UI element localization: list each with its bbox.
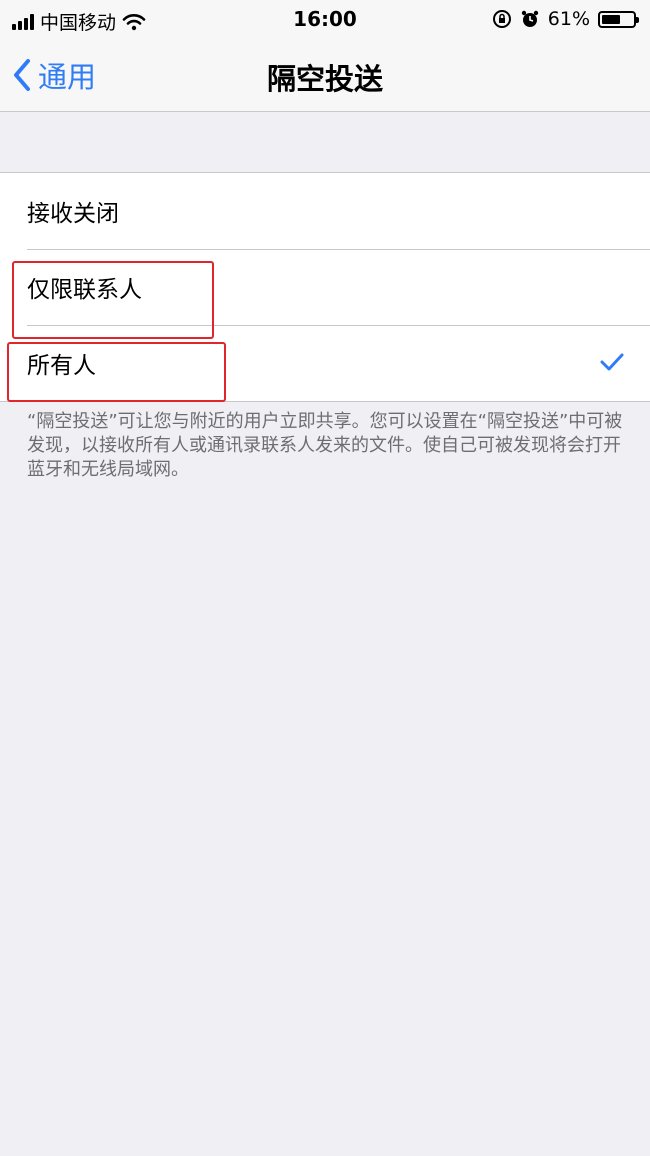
battery-level-fill bbox=[602, 14, 621, 24]
status-right: 61% bbox=[492, 8, 639, 30]
orientation-lock-icon bbox=[492, 10, 511, 28]
option-label: 接收关闭 bbox=[27, 201, 119, 227]
footer-note: “隔空投送”可让您与附近的用户立即共享。您可以设置在“隔空投送”中可被发现，以接… bbox=[27, 411, 623, 480]
battery-icon bbox=[598, 10, 639, 28]
option-contacts-only[interactable]: 仅限联系人 bbox=[0, 249, 650, 325]
option-label: 仅限联系人 bbox=[27, 277, 142, 303]
navigation-bar: 通用 隔空投送 bbox=[0, 40, 650, 112]
checkmark-icon bbox=[600, 353, 624, 371]
alarm-icon bbox=[521, 10, 538, 27]
page-title: 隔空投送 bbox=[266, 62, 383, 96]
status-bar: 中国移动 16:00 61% bbox=[0, 0, 650, 40]
option-label: 所有人 bbox=[27, 353, 96, 379]
option-everyone[interactable]: 所有人 bbox=[0, 325, 650, 401]
airdrop-options-list: 接收关闭 仅限联系人 所有人 bbox=[0, 172, 650, 402]
option-receiving-off[interactable]: 接收关闭 bbox=[0, 173, 650, 249]
battery-percent: 61% bbox=[547, 8, 590, 30]
